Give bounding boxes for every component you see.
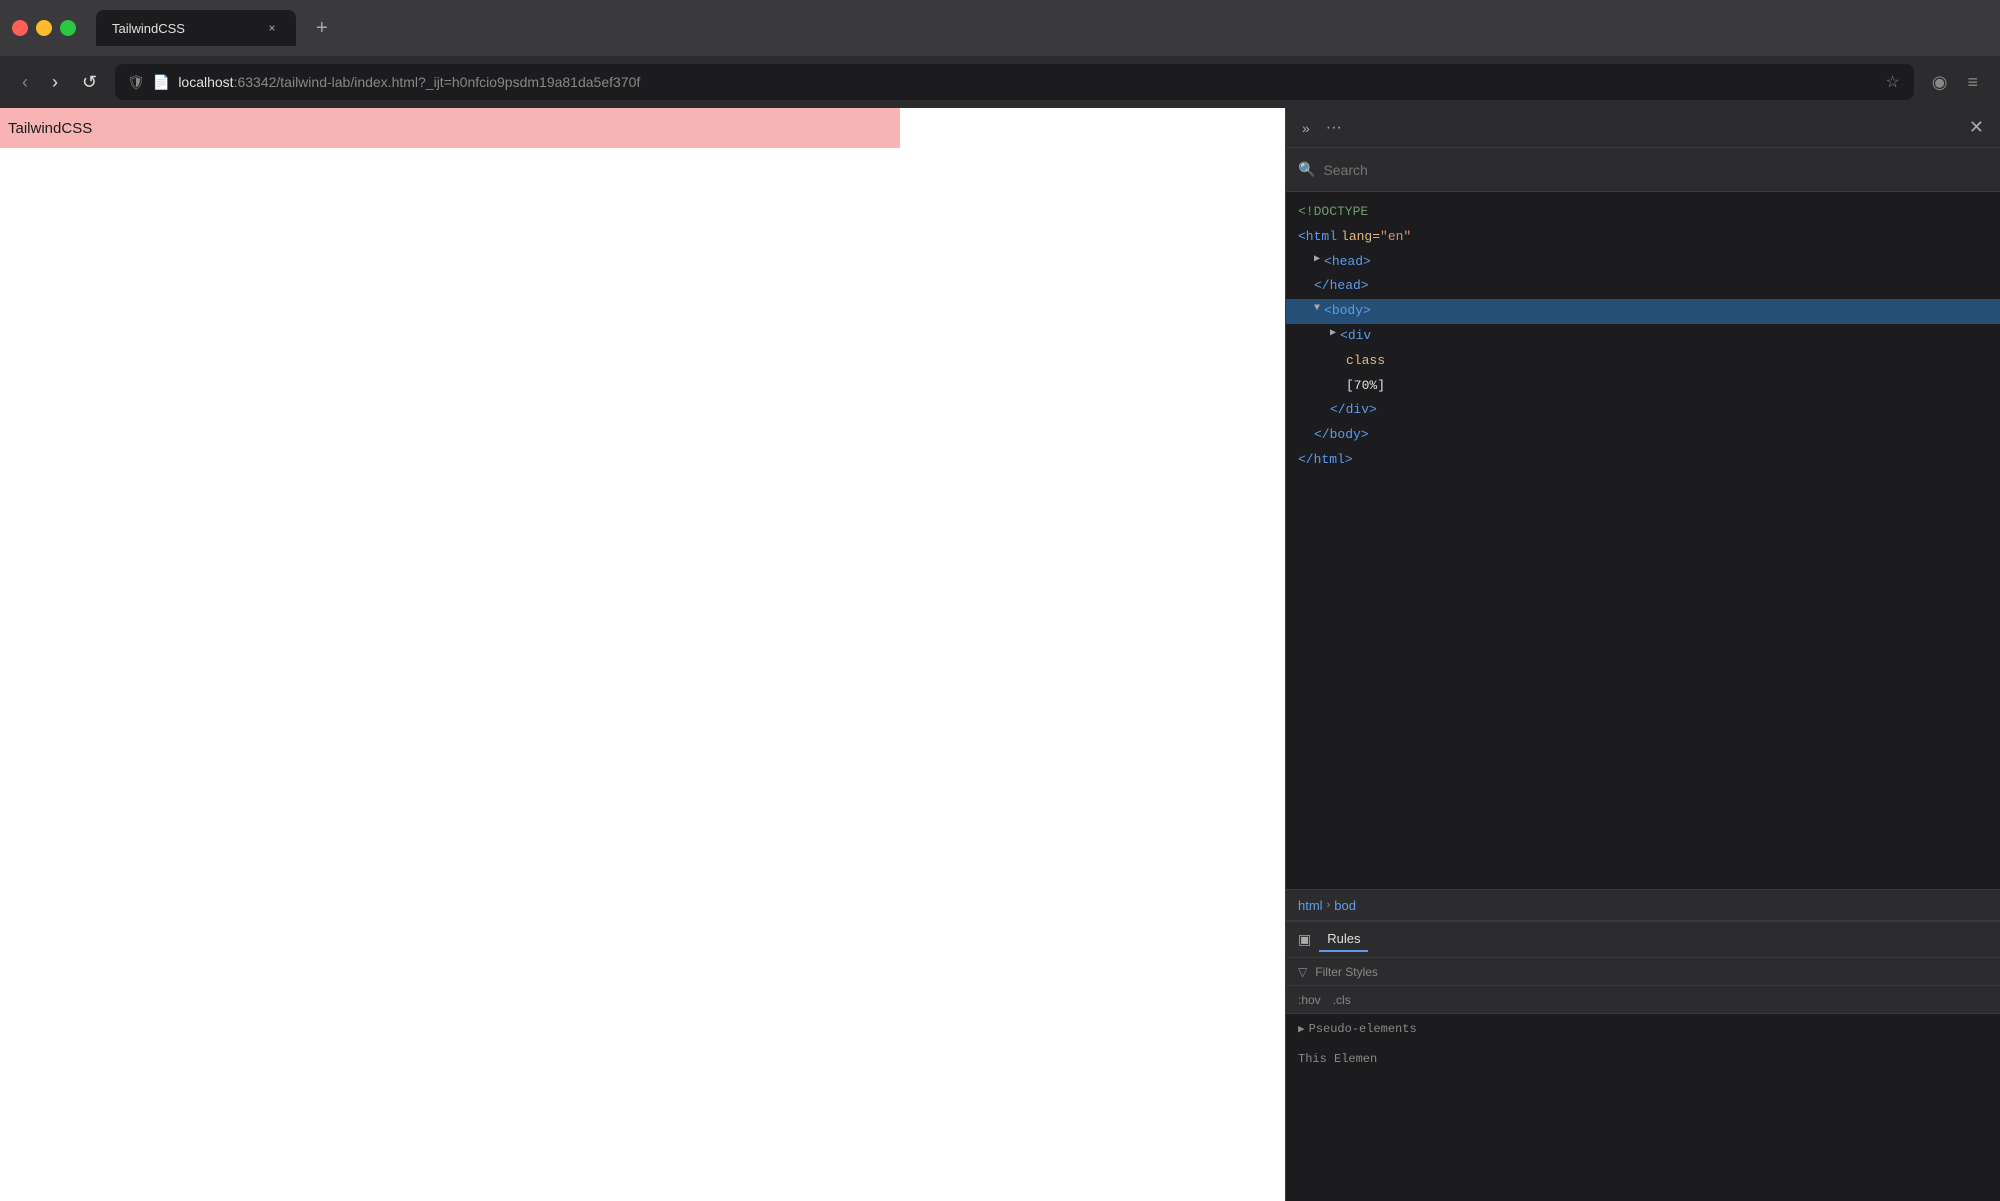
dom-line-body[interactable]: ▼ <body>	[1286, 299, 2000, 324]
breadcrumb-html[interactable]: html	[1298, 898, 1323, 913]
devtools-toolbar: » ··· ✕	[1286, 108, 2000, 148]
div-close-tag: </div>	[1330, 400, 1377, 421]
breadcrumb-body[interactable]: bod	[1334, 898, 1356, 913]
minimize-button[interactable]	[36, 20, 52, 36]
doctype-text: <!DOCTYPE	[1298, 202, 1368, 223]
address-text: localhost:63342/tailwind-lab/index.html?…	[178, 74, 1875, 90]
dom-line-html-close: </html>	[1286, 448, 2000, 473]
head-expand-arrow[interactable]: ▶	[1314, 252, 1320, 268]
styles-panel-icon: ▣	[1298, 931, 1311, 948]
pseudo-elements-header[interactable]: ▶ Pseudo-elements	[1298, 1022, 1988, 1036]
body-tag: <body>	[1324, 301, 1371, 322]
reload-button[interactable]: ↺	[76, 68, 103, 97]
menu-button[interactable]: ≡	[1961, 68, 1984, 97]
div-tag: <div	[1340, 326, 1371, 347]
rules-tab[interactable]: Rules	[1319, 927, 1368, 952]
class-attr: class	[1346, 351, 1385, 372]
dom-line-70: [70%]	[1286, 374, 2000, 399]
this-element-label: This Elemen	[1298, 1052, 1377, 1066]
forward-button[interactable]: ›	[46, 68, 64, 97]
expand-icon: »	[1302, 120, 1310, 136]
devtools-search-bar: 🔍	[1286, 148, 2000, 192]
devtools-styles: ▣ Rules ▽ Filter Styles :hov .cls ▶ Pseu…	[1286, 921, 2000, 1201]
filter-icon: ▽	[1298, 965, 1307, 979]
styles-pseudo-bar: :hov .cls	[1286, 986, 2000, 1014]
search-input[interactable]	[1323, 162, 1988, 178]
forward-icon: ›	[52, 72, 58, 93]
address-host: localhost	[178, 74, 233, 90]
reload-icon: ↺	[82, 72, 97, 93]
back-button[interactable]: ‹	[16, 68, 34, 97]
filter-styles-label[interactable]: Filter Styles	[1315, 965, 1378, 979]
lang-value: "en"	[1380, 227, 1411, 248]
address-path: :63342/tailwind-lab/index.html?_ijt=h0nf…	[234, 74, 641, 90]
devtools-panel: » ··· ✕ 🔍 <!DOCTYPE <html lang="en"	[1285, 108, 2000, 1201]
lang-attr: lang=	[1341, 227, 1380, 248]
nav-right-icons: ◉ ≡	[1926, 68, 1984, 97]
maximize-button[interactable]	[60, 20, 76, 36]
star-icon: ☆	[1885, 74, 1899, 91]
content-area: TailwindCSS » ··· ✕ 🔍 <!DOCTYPE	[0, 108, 2000, 1201]
back-icon: ‹	[22, 72, 28, 93]
breadcrumb-sep: ›	[1327, 899, 1331, 911]
tab-close-button[interactable]: ×	[264, 20, 280, 36]
dom-line-doctype: <!DOCTYPE	[1286, 200, 2000, 225]
pseudo-expand-arrow: ▶	[1298, 1022, 1305, 1036]
html-tag: <html	[1298, 227, 1337, 248]
dom-line-div[interactable]: ▶ <div	[1286, 324, 2000, 349]
body-close-tag: </body>	[1314, 425, 1369, 446]
new-tab-button[interactable]: +	[308, 13, 336, 44]
head-close-tag: </head>	[1314, 276, 1369, 297]
this-element-section: This Elemen	[1286, 1044, 2000, 1074]
head-tag: <head>	[1324, 252, 1371, 273]
dom-line-class: class	[1286, 349, 2000, 374]
styles-filter-bar: ▽ Filter Styles	[1286, 958, 2000, 986]
dom-line-head-close: </head>	[1286, 274, 2000, 299]
devtools-breadcrumb: html › bod	[1286, 889, 2000, 921]
dom-line-div-close: </div>	[1286, 398, 2000, 423]
devtools-expand-button[interactable]: »	[1298, 116, 1314, 140]
dom-line-body-close: </body>	[1286, 423, 2000, 448]
address-bar[interactable]: 🛡 📄 localhost:63342/tailwind-lab/index.h…	[115, 64, 1914, 100]
class-value-70: [70%]	[1346, 376, 1385, 397]
dom-line-head[interactable]: ▶ <head>	[1286, 250, 2000, 275]
search-icon: 🔍	[1298, 161, 1315, 178]
menu-icon: ≡	[1967, 72, 1978, 93]
page-title: TailwindCSS	[8, 120, 92, 137]
close-icon: ✕	[1969, 117, 1984, 137]
shield-icon: 🛡	[127, 74, 145, 91]
dom-line-html[interactable]: <html lang="en"	[1286, 225, 2000, 250]
div-expand-arrow[interactable]: ▶	[1330, 326, 1336, 342]
html-close-tag: </html>	[1298, 450, 1353, 471]
profile-button[interactable]: ◉	[1926, 68, 1954, 97]
browser-chrome: TailwindCSS × + ‹ › ↺ 🛡 📄 localhost:6334…	[0, 0, 2000, 108]
traffic-lights	[12, 20, 76, 36]
cls-pseudo[interactable]: .cls	[1333, 993, 1351, 1007]
hov-pseudo[interactable]: :hov	[1298, 993, 1321, 1007]
page-content: TailwindCSS	[0, 108, 1285, 1201]
close-button[interactable]	[12, 20, 28, 36]
profile-icon: ◉	[1932, 72, 1948, 93]
page-pink-bar: TailwindCSS	[0, 108, 900, 148]
bookmark-button[interactable]: ☆	[1883, 70, 1901, 94]
devtools-dom: <!DOCTYPE <html lang="en" ▶ <head> </hea…	[1286, 192, 2000, 889]
nav-bar: ‹ › ↺ 🛡 📄 localhost:63342/tailwind-lab/i…	[0, 56, 2000, 108]
pseudo-elements-label: Pseudo-elements	[1309, 1022, 1417, 1036]
lock-icon: 📄	[153, 74, 170, 91]
more-icon: ···	[1326, 119, 1342, 136]
devtools-close-button[interactable]: ✕	[1965, 113, 1988, 142]
title-bar: TailwindCSS × +	[0, 0, 2000, 56]
pseudo-elements-section: ▶ Pseudo-elements	[1286, 1014, 2000, 1044]
devtools-styles-toolbar: ▣ Rules	[1286, 922, 2000, 958]
body-expand-arrow[interactable]: ▼	[1314, 301, 1320, 317]
tab-bar: TailwindCSS ×	[96, 10, 296, 46]
active-tab[interactable]: TailwindCSS ×	[96, 10, 296, 46]
tab-title: TailwindCSS	[112, 21, 185, 36]
devtools-more-button[interactable]: ···	[1322, 115, 1346, 141]
